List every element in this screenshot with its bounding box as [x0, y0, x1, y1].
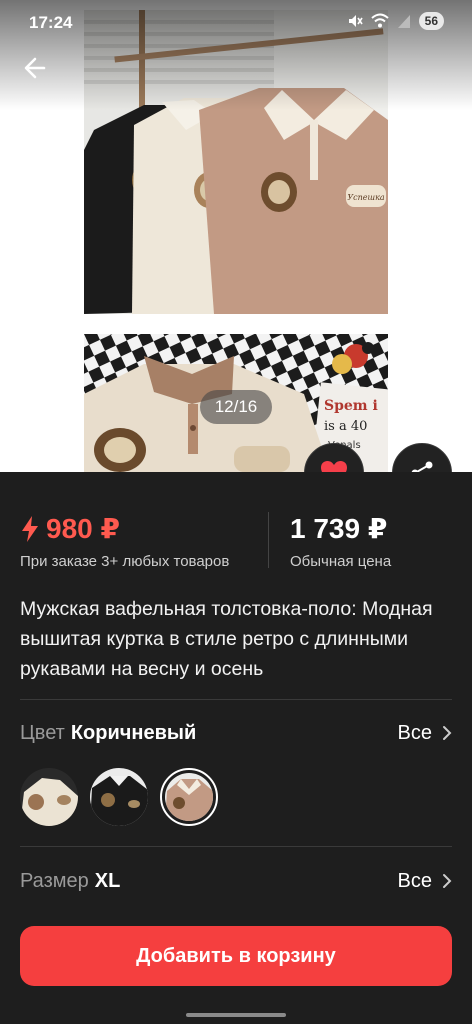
svg-text:Spem i: Spem i — [324, 398, 378, 414]
price-divider — [268, 512, 269, 568]
color-all-label: Все — [397, 721, 432, 744]
color-label: Цвет — [20, 721, 65, 744]
size-all-label: Все — [397, 869, 432, 892]
back-button[interactable] — [20, 52, 52, 84]
chevron-right-icon — [443, 726, 452, 740]
promo-price-block: 980 ₽ При заказе 3+ любых товаров — [20, 512, 229, 570]
chevron-right-icon — [443, 874, 452, 888]
divider — [20, 699, 452, 700]
svg-text:is a 40: is a 40 — [324, 419, 367, 434]
color-all-link[interactable]: Все — [398, 722, 452, 745]
status-icons: 56 — [347, 12, 444, 30]
size-option-row[interactable]: Размер XL Все — [20, 866, 452, 896]
add-to-cart-button[interactable]: Добавить в корзину — [20, 926, 452, 986]
size-label: Размер — [20, 869, 89, 892]
product-title: Мужская вафельная толстовка-поло: Модная… — [20, 598, 433, 680]
color-option-row[interactable]: Цвет Коричневый Все — [20, 718, 452, 748]
product-info-panel: 980 ₽ При заказе 3+ любых товаров 1 739 … — [0, 472, 472, 1024]
gallery-counter: 12/16 — [200, 390, 272, 424]
regular-price-caption: Обычная цена — [290, 553, 392, 570]
color-swatches — [20, 768, 218, 826]
svg-text:Успешка: Успешка — [347, 193, 385, 202]
swatch-beige-image — [20, 768, 78, 826]
arrow-left-icon — [24, 57, 46, 79]
swatch-black[interactable] — [90, 768, 148, 826]
mute-icon — [348, 15, 363, 27]
promo-price: 980 ₽ — [46, 513, 120, 544]
product-gallery[interactable]: Успешка Spem i is a 40 Venals Bet — [0, 0, 472, 472]
swatch-brown[interactable] — [160, 768, 218, 826]
lightning-icon — [22, 515, 38, 542]
promo-price-caption: При заказе 3+ любых товаров — [20, 553, 230, 570]
divider — [20, 846, 452, 847]
color-value: Коричневый — [70, 721, 197, 744]
swatch-beige[interactable] — [20, 768, 78, 826]
price-row: 980 ₽ При заказе 3+ любых товаров 1 739 … — [20, 512, 452, 572]
size-all-link[interactable]: Все — [398, 870, 452, 893]
battery-indicator: 56 — [418, 12, 444, 30]
status-bar: 17:24 56 — [0, 0, 472, 44]
home-indicator[interactable] — [186, 1013, 286, 1017]
swatch-black-image — [90, 768, 148, 826]
regular-price-block: 1 739 ₽ Обычная цена — [290, 512, 391, 570]
regular-price: 1 739 ₽ — [290, 513, 388, 544]
signal-icon — [397, 15, 410, 28]
swatch-brown-image — [165, 773, 213, 821]
status-time: 17:24 — [29, 13, 73, 32]
size-value: XL — [94, 869, 121, 892]
wifi-icon — [370, 13, 389, 28]
